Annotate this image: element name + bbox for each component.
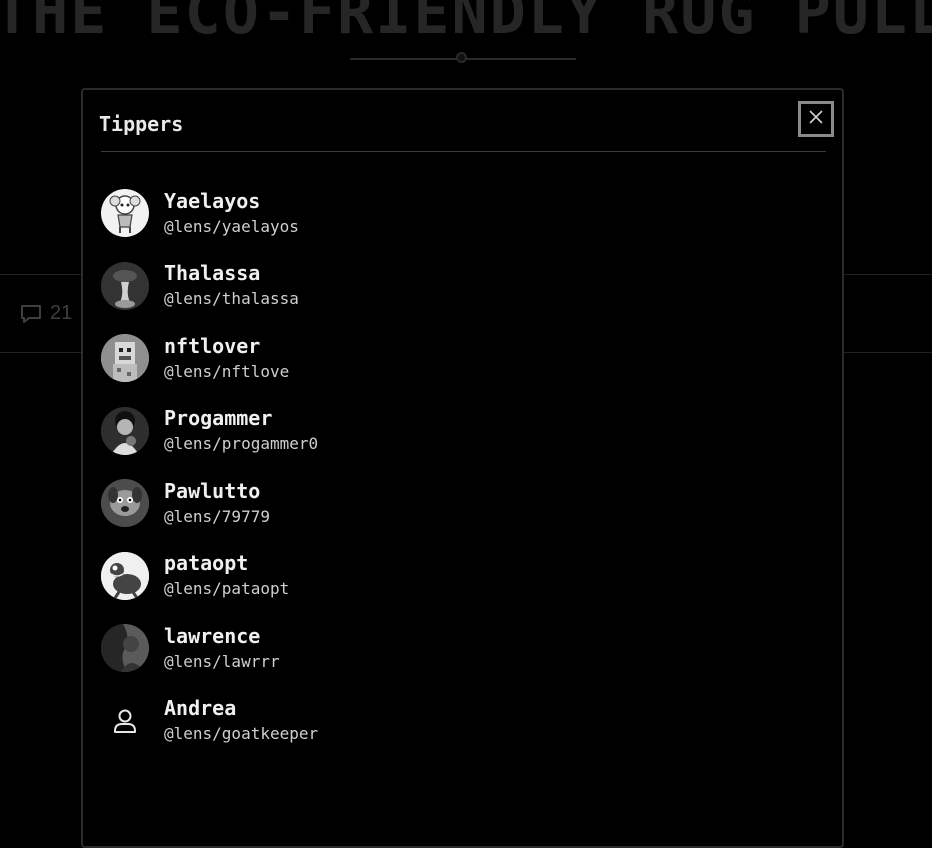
tipper-row[interactable]: lawrence @lens/lawrrr (101, 612, 821, 685)
tipper-row[interactable]: Progammer @lens/progammer0 (101, 395, 821, 468)
divider-dot (456, 52, 467, 63)
tipper-row[interactable]: Andrea @lens/goatkeeper (101, 685, 821, 758)
cartoon-dog-avatar (101, 479, 149, 528)
tipper-handle: @lens/goatkeeper (164, 724, 319, 744)
tippers-list: Yaelayos @lens/yaelayos Thalassa @lens/t… (101, 177, 821, 757)
comments-button[interactable]: 21 (20, 302, 72, 325)
dark-figure-avatar (101, 261, 149, 310)
tipper-handle: @lens/79779 (164, 506, 270, 526)
silhouette-avatar (101, 624, 149, 673)
tipper-name: pataopt (164, 551, 249, 576)
tipper-handle: @lens/yaelayos (164, 216, 299, 236)
tipper-name: Andrea (164, 696, 237, 721)
frog-avatar (101, 551, 149, 600)
tipper-name: Yaelayos (164, 188, 261, 213)
tipper-name: Progammer (164, 406, 273, 431)
user-icon (101, 696, 149, 745)
tipper-row[interactable]: Yaelayos @lens/yaelayos (101, 177, 821, 250)
comment-icon (20, 304, 42, 324)
page-headline: THE ECO-FRIENDLY RUG PULL (0, 0, 932, 48)
tippers-modal: Tippers Yaelayos @lens/yaelayos Thalassa… (81, 88, 844, 848)
pixel-ape-avatar (101, 334, 149, 383)
close-icon (808, 109, 824, 129)
tipper-name: Pawlutto (164, 478, 261, 503)
tipper-name: nftlover (164, 333, 261, 358)
close-button[interactable] (798, 101, 834, 137)
tipper-row[interactable]: Thalassa @lens/thalassa (101, 250, 821, 323)
tipper-handle: @lens/nftlove (164, 361, 290, 381)
tipper-name: Thalassa (164, 261, 261, 286)
cartoon-character-avatar (101, 189, 149, 238)
tipper-handle: @lens/lawrrr (164, 651, 280, 671)
comment-count: 21 (50, 302, 73, 324)
tipper-row[interactable]: Pawlutto @lens/79779 (101, 467, 821, 540)
tipper-handle: @lens/thalassa (164, 289, 299, 309)
modal-title: Tippers (99, 112, 184, 136)
tipper-row[interactable]: nftlover @lens/nftlove (101, 322, 821, 395)
tipper-handle: @lens/progammer0 (164, 434, 319, 454)
portrait-avatar (101, 406, 149, 455)
tipper-row[interactable]: pataopt @lens/pataopt (101, 540, 821, 613)
tipper-name: lawrence (164, 623, 261, 648)
modal-header-divider (101, 151, 826, 152)
tipper-handle: @lens/pataopt (164, 579, 290, 599)
